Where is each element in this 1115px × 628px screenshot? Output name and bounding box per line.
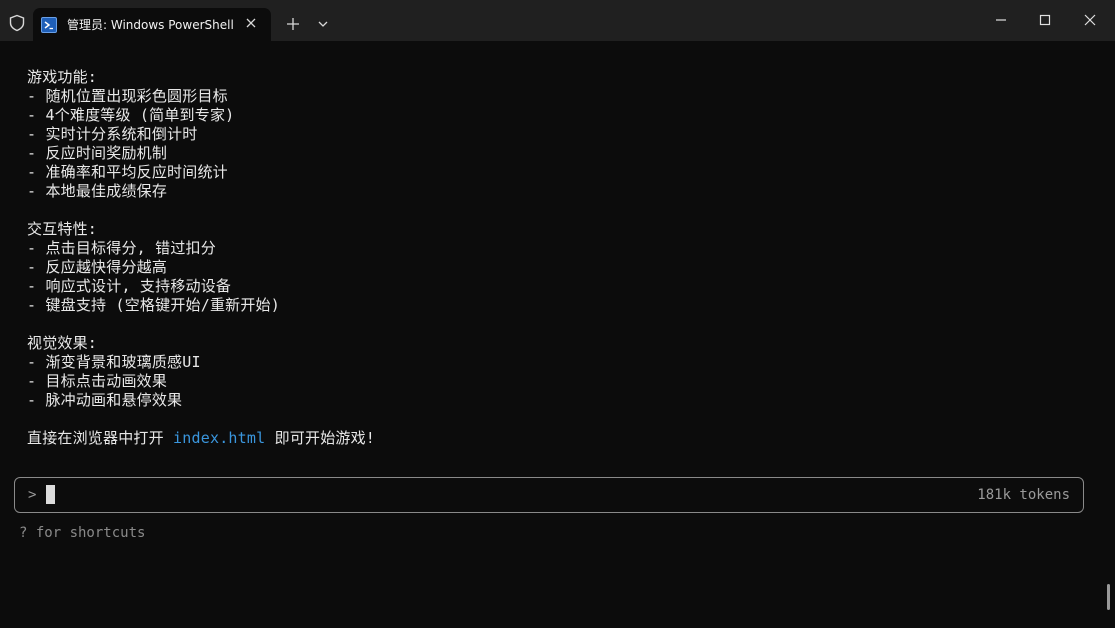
close-tab-icon[interactable] xyxy=(243,15,259,31)
output-line: 游戏功能: xyxy=(27,68,98,86)
output-line: - 随机位置出现彩色圆形目标 xyxy=(27,87,228,105)
output-line: - 渐变背景和玻璃质感UI xyxy=(27,353,201,371)
output-line: 视觉效果: xyxy=(27,334,98,352)
terminal-window: 管理员: Windows PowerShell 游戏功能: - 随机位置出现彩色… xyxy=(0,0,1115,628)
prompt-symbol: > xyxy=(28,487,37,503)
prompt-input[interactable]: > 181k tokens xyxy=(14,477,1084,513)
powershell-icon xyxy=(41,17,57,33)
output-line: - 本地最佳成绩保存 xyxy=(27,182,168,200)
output-line: - 目标点击动画效果 xyxy=(27,372,168,390)
close-icon[interactable] xyxy=(1082,12,1098,28)
instruction-suffix: 即可开始游戏! xyxy=(265,429,376,447)
instruction-prefix: 直接在浏览器中打开 xyxy=(27,429,174,447)
maximize-icon[interactable] xyxy=(1037,12,1053,28)
index-html-link[interactable]: index.html xyxy=(173,429,265,447)
chevron-down-icon[interactable] xyxy=(314,15,332,33)
terminal-output[interactable]: 游戏功能: - 随机位置出现彩色圆形目标 - 4个难度等级 (简单到专家) - … xyxy=(0,41,1115,628)
output-line: - 反应越快得分越高 xyxy=(27,258,168,276)
new-tab-icon[interactable] xyxy=(284,15,302,33)
final-instruction-line: 直接在浏览器中打开 index.html 即可开始游戏! xyxy=(27,429,375,448)
minimize-icon[interactable] xyxy=(993,12,1009,28)
output-line: - 响应式设计, 支持移动设备 xyxy=(27,277,232,295)
title-bar: 管理员: Windows PowerShell xyxy=(0,0,1115,41)
output-line: - 实时计分系统和倒计时 xyxy=(27,125,198,143)
output-line: - 键盘支持 (空格键开始/重新开始) xyxy=(27,296,280,314)
output-line: - 反应时间奖励机制 xyxy=(27,144,168,162)
shield-icon xyxy=(9,14,25,32)
tab-powershell[interactable]: 管理员: Windows PowerShell xyxy=(33,8,271,41)
scrollbar[interactable] xyxy=(1107,584,1110,610)
output-line: 交互特性: xyxy=(27,220,98,238)
text-cursor xyxy=(46,485,55,504)
output-line: - 脉冲动画和悬停效果 xyxy=(27,391,183,409)
shortcuts-hint: ? for shortcuts xyxy=(19,525,146,541)
output-line: - 准确率和平均反应时间统计 xyxy=(27,163,228,181)
output-line: - 4个难度等级 (简单到专家) xyxy=(27,106,235,124)
output-line: - 点击目标得分, 错过扣分 xyxy=(27,239,216,257)
token-count: 181k tokens xyxy=(977,487,1070,503)
tab-title: 管理员: Windows PowerShell xyxy=(67,18,234,32)
